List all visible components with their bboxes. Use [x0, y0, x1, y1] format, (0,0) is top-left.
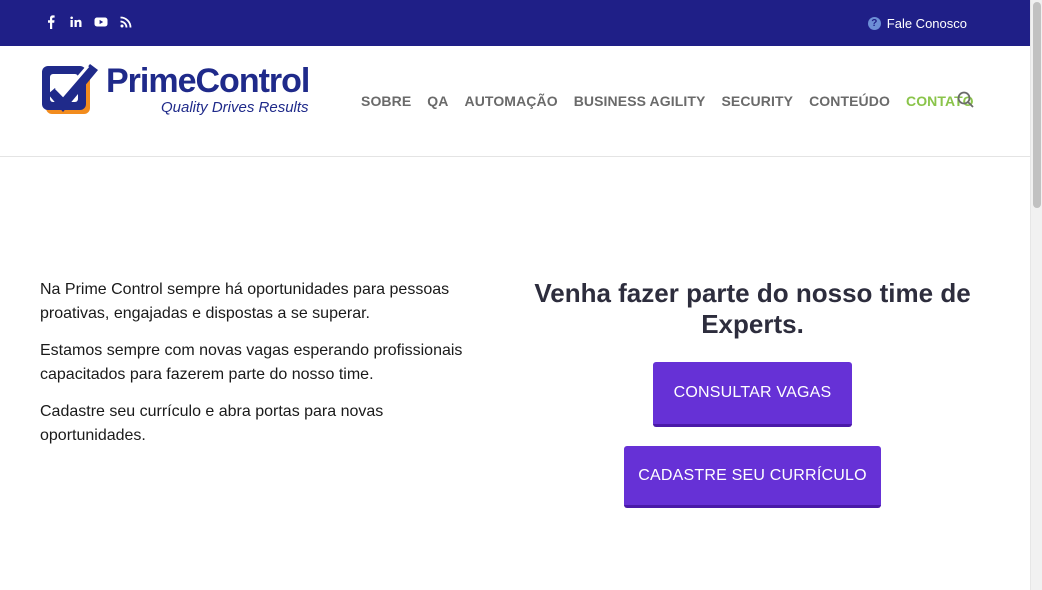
cadastre-curriculo-button[interactable]: CADASTRE SEU CURRÍCULO — [624, 446, 881, 508]
nav-item-automacao[interactable]: AUTOMAÇÃO — [465, 93, 558, 109]
logo-checkbox-icon — [42, 64, 98, 114]
site-header: PrimeControl Quality Drives Results SOBR… — [0, 46, 1030, 157]
rss-icon[interactable] — [119, 15, 144, 33]
intro-text: Na Prime Control sempre há oportunidades… — [40, 278, 490, 461]
logo-tagline: Quality Drives Results — [161, 99, 309, 116]
facebook-icon[interactable] — [44, 15, 69, 33]
fale-conosco-label: Fale Conosco — [886, 16, 967, 31]
cta-title: Venha fazer parte do nosso time de Exper… — [534, 278, 971, 339]
logo-name: PrimeControl — [106, 62, 310, 100]
top-bar: ? Fale Conosco — [0, 0, 1030, 46]
nav-item-security[interactable]: SECURITY — [721, 93, 793, 109]
nav-item-business-agility[interactable]: BUSINESS AGILITY — [574, 93, 706, 109]
page-scrollbar[interactable] — [1030, 0, 1042, 590]
nav-item-sobre[interactable]: SOBRE — [361, 93, 411, 109]
youtube-icon[interactable] — [94, 15, 119, 33]
social-links — [44, 15, 144, 33]
intro-paragraph: Estamos sempre com novas vagas esperando… — [40, 342, 463, 383]
nav-item-qa[interactable]: QA — [427, 93, 448, 109]
intro-paragraph: Na Prime Control sempre há oportunidades… — [40, 281, 450, 322]
scrollbar-thumb[interactable] — [1033, 2, 1041, 208]
consultar-vagas-button[interactable]: CONSULTAR VAGAS — [653, 362, 852, 427]
nav-item-conteudo[interactable]: CONTEÚDO — [809, 93, 890, 109]
question-circle-icon: ? — [867, 17, 881, 30]
search-icon[interactable] — [957, 91, 975, 109]
linkedin-icon[interactable] — [69, 15, 94, 33]
intro-paragraph: Cadastre seu currículo e abra portas par… — [40, 403, 384, 444]
main-nav: SOBRE QA AUTOMAÇÃO BUSINESS AGILITY SECU… — [361, 91, 990, 109]
fale-conosco-link[interactable]: ? Fale Conosco — [867, 16, 967, 31]
logo[interactable]: PrimeControl Quality Drives Results — [40, 60, 320, 122]
